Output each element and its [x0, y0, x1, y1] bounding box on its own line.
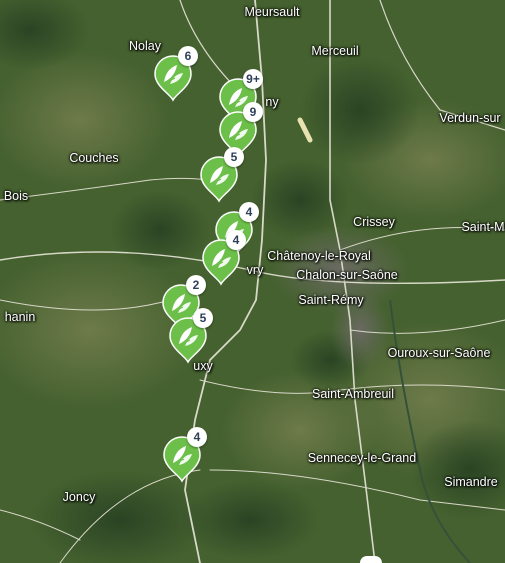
- marker-count-badge: 5: [224, 147, 244, 167]
- marker-count-badge: 4: [226, 230, 246, 250]
- marker-count-badge: 5: [193, 308, 213, 328]
- place-label: Simandre: [444, 475, 498, 489]
- marker-count-badge: 4: [239, 202, 259, 222]
- marker-count-badge: 9: [243, 102, 263, 122]
- place-label: Châtenoy-le-Royal: [267, 249, 371, 263]
- place-label: Nolay: [129, 39, 161, 53]
- place-label: Verdun-sur: [439, 111, 501, 125]
- place-label: Ouroux-sur-Saône: [387, 346, 491, 360]
- place-label: Joncy: [62, 490, 96, 504]
- place-label: Bois: [3, 189, 29, 203]
- marker-count-badge: 6: [178, 46, 198, 66]
- vineyard-marker[interactable]: 4: [201, 230, 246, 286]
- place-label: hanin: [4, 310, 36, 324]
- place-label: vry: [246, 263, 264, 277]
- vineyard-marker[interactable]: 6: [153, 46, 198, 102]
- vineyard-marker[interactable]: 4: [162, 427, 207, 483]
- vineyard-marker[interactable]: 5: [199, 147, 244, 203]
- place-label: Sennecey-le-Grand: [307, 451, 417, 465]
- satellite-map[interactable]: Meursault Nolay Merceuil Verdun-sur ny C…: [0, 0, 505, 563]
- place-label: ny: [265, 95, 279, 109]
- place-label: Saint-M: [461, 220, 505, 234]
- place-label: Couches: [69, 151, 119, 165]
- place-label: Chalon-sur-Saône: [296, 268, 398, 282]
- place-label: Saint-Rémy: [298, 293, 364, 307]
- marker-count-badge: 9+: [243, 69, 263, 89]
- vineyard-marker[interactable]: 5: [168, 308, 213, 364]
- marker-count-badge: 2: [186, 275, 206, 295]
- partial-map-control[interactable]: [360, 556, 382, 563]
- place-label: Crissey: [353, 215, 395, 229]
- place-label: Saint-Ambreuil: [312, 387, 394, 401]
- marker-count-badge: 4: [187, 427, 207, 447]
- place-label: Meursault: [244, 5, 300, 19]
- place-label: Merceuil: [311, 44, 359, 58]
